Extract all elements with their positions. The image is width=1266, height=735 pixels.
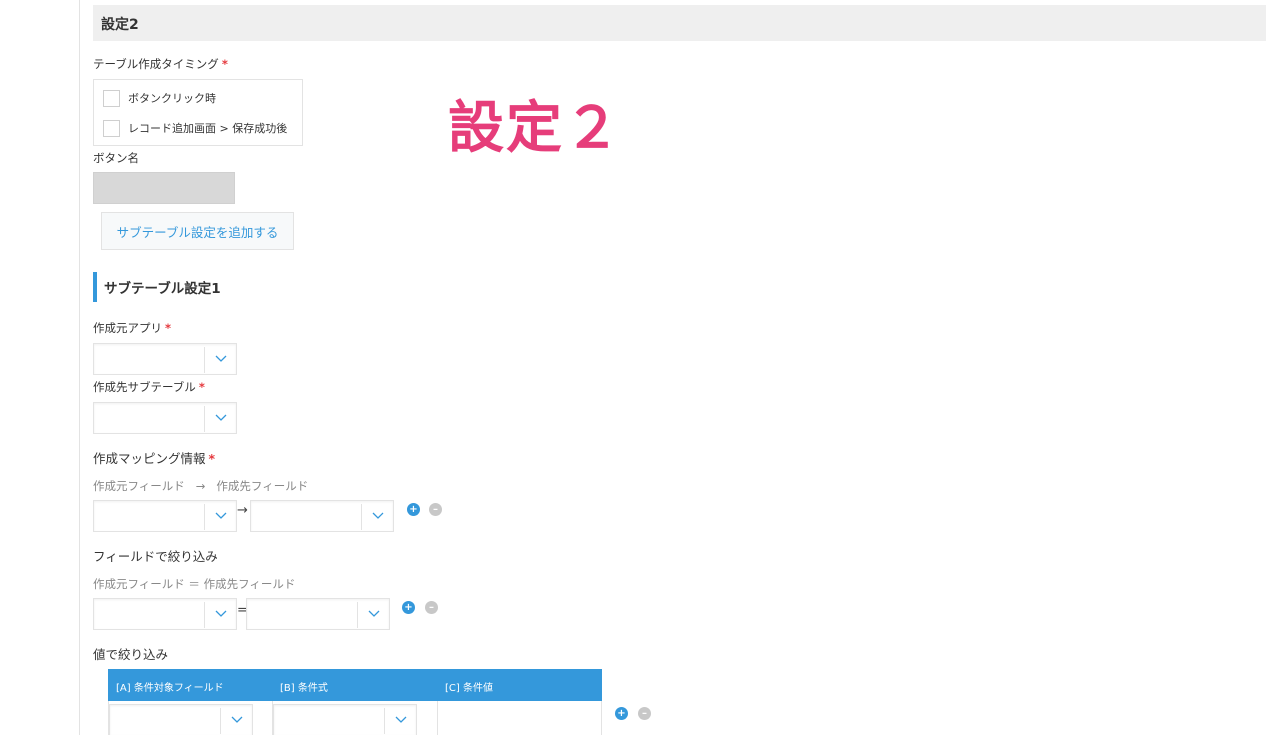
condition-operator-select[interactable] xyxy=(273,704,417,735)
mapping-label: 作成マッピング情報 * xyxy=(93,451,216,466)
filter-dest-field-select[interactable] xyxy=(246,598,390,630)
select-divider xyxy=(204,504,205,530)
section-header xyxy=(93,5,1266,41)
condition-table-header: [A] 条件対象フィールド [B] 条件式 [C] 条件値 xyxy=(108,669,602,701)
source-app-label: 作成元アプリ * xyxy=(93,321,172,335)
chevron-down-icon xyxy=(215,355,227,362)
checkbox-button-click[interactable]: ボタンクリック時 xyxy=(103,89,216,107)
select-divider xyxy=(204,406,205,432)
timing-label: テーブル作成タイミング * xyxy=(93,57,228,71)
remove-row-button[interactable]: – xyxy=(638,707,651,720)
checkbox-label: レコード追加画面 > 保存成功後 xyxy=(128,122,288,135)
condition-field-select[interactable] xyxy=(109,704,253,735)
select-divider xyxy=(204,602,205,628)
dest-subtable-select[interactable] xyxy=(93,402,237,434)
mapping-source-field-select[interactable] xyxy=(93,500,237,532)
chevron-down-icon xyxy=(215,414,227,421)
mapping-dest-field-select[interactable] xyxy=(250,500,394,532)
column-header: [A] 条件対象フィールド xyxy=(116,683,224,694)
checkbox[interactable] xyxy=(103,89,120,107)
required-mark: * xyxy=(165,321,172,335)
mapping-arrow: → xyxy=(237,503,248,518)
add-subtable-button[interactable]: サブテーブル設定を追加する xyxy=(101,212,294,250)
chevron-down-icon xyxy=(231,716,243,723)
chevron-down-icon xyxy=(368,610,380,617)
timing-checkbox-group: ボタンクリック時 レコード追加画面 > 保存成功後 xyxy=(93,79,303,146)
select-divider xyxy=(361,504,362,530)
required-mark: * xyxy=(198,380,205,394)
button-name-input[interactable] xyxy=(93,172,235,204)
add-row-button[interactable]: + xyxy=(407,503,420,516)
subtable-heading: サブテーブル設定1 xyxy=(93,272,221,302)
field-filter-label: フィールドで絞り込み xyxy=(93,549,218,564)
checkbox-label: ボタンクリック時 xyxy=(128,92,216,105)
column-divider xyxy=(437,701,438,735)
big-overlay-title: 設定２ xyxy=(448,96,622,161)
field-filter-hint: 作成元フィールド ＝ 作成先フィールド xyxy=(93,577,296,591)
column-header: [C] 条件値 xyxy=(445,683,493,694)
chevron-down-icon xyxy=(215,512,227,519)
section-title: 設定2 xyxy=(101,17,139,33)
select-divider xyxy=(204,347,205,373)
mapping-hint: 作成元フィールド → 作成先フィールド xyxy=(93,479,309,493)
checkbox-after-save[interactable]: レコード追加画面 > 保存成功後 xyxy=(103,119,287,137)
required-mark: * xyxy=(208,451,216,466)
remove-row-button[interactable]: – xyxy=(425,601,438,614)
value-filter-label: 値で絞り込み xyxy=(93,647,169,662)
sidebar-divider xyxy=(79,0,80,735)
chevron-down-icon xyxy=(215,610,227,617)
checkbox[interactable] xyxy=(103,119,120,137)
select-divider xyxy=(384,708,385,734)
column-header: [B] 条件式 xyxy=(280,683,328,694)
chevron-down-icon xyxy=(372,512,384,519)
button-name-label: ボタン名 xyxy=(93,151,139,165)
add-row-button[interactable]: + xyxy=(615,707,628,720)
filter-source-field-select[interactable] xyxy=(93,598,237,630)
select-divider xyxy=(220,708,221,734)
required-mark: * xyxy=(221,57,228,71)
add-row-button[interactable]: + xyxy=(402,601,415,614)
remove-row-button[interactable]: – xyxy=(429,503,442,516)
source-app-select[interactable] xyxy=(93,343,237,375)
select-divider xyxy=(357,602,358,628)
dest-subtable-label: 作成先サブテーブル * xyxy=(93,380,205,394)
chevron-down-icon xyxy=(395,716,407,723)
